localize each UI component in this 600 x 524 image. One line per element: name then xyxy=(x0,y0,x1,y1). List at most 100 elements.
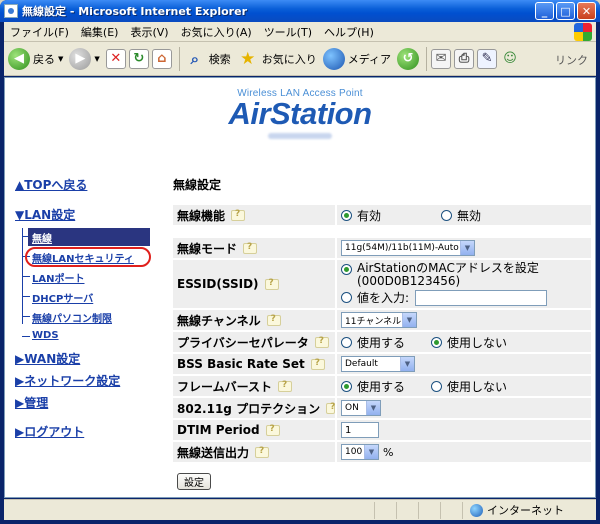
tx-power-unit: % xyxy=(383,445,394,459)
help-icon[interactable] xyxy=(310,358,325,370)
minimize-button[interactable]: _ xyxy=(535,2,554,20)
channel-select[interactable]: 11チャンネル ▼ xyxy=(341,312,417,328)
nav-lan-settings[interactable]: ▼LAN設定 xyxy=(15,206,75,223)
forward-button[interactable]: ▶ ▼ xyxy=(69,47,100,70)
wireless-function-label: 無線機能 xyxy=(177,208,226,223)
chevron-down-icon: ▼ xyxy=(364,445,378,459)
label-cell: 無線モード xyxy=(173,238,335,258)
essid-custom-option[interactable]: 値を入力: xyxy=(341,289,548,306)
edit-icon[interactable]: ✎ xyxy=(477,48,498,69)
nav-item-dhcp-server[interactable]: DHCPサーバ xyxy=(21,290,93,305)
page-title: 無線設定 xyxy=(173,178,222,192)
burst-use-option[interactable]: 使用する xyxy=(341,378,405,395)
status-bar: インターネット xyxy=(4,499,596,520)
back-label: 戻る xyxy=(33,52,55,66)
value-cell: 有効 無効 xyxy=(337,205,591,225)
nav-item-wds[interactable]: WDS xyxy=(22,330,59,341)
tx-power-select[interactable]: 100 ▼ xyxy=(341,444,379,460)
back-dropdown-icon[interactable]: ▼ xyxy=(58,55,63,63)
protection-select[interactable]: ON ▼ xyxy=(341,400,381,416)
value-cell: AirStationのMACアドレスを設定 (000D0B123456) 値を入… xyxy=(337,260,591,308)
submit-button[interactable]: 設定 xyxy=(177,473,211,490)
radio-burst-nouse[interactable] xyxy=(431,380,443,392)
favorites-label: お気に入り xyxy=(261,52,317,66)
zone-label: インターネット xyxy=(487,504,564,517)
nav-item-lan-port[interactable]: LANポート xyxy=(21,270,84,285)
close-button[interactable]: ✕ xyxy=(577,2,596,20)
maximize-button[interactable]: □ xyxy=(556,2,575,20)
help-icon[interactable] xyxy=(231,209,246,221)
windows-logo-icon xyxy=(574,23,592,41)
label-cell: 無線送信出力 xyxy=(173,442,335,462)
radio-essid-custom[interactable] xyxy=(341,292,352,303)
chevron-down-icon: ▼ xyxy=(460,241,474,255)
wireless-enable-option[interactable]: 有効 xyxy=(341,207,381,224)
help-icon[interactable] xyxy=(278,380,293,392)
refresh-icon[interactable]: ↻ xyxy=(128,48,149,69)
print-icon[interactable]: ⎙ xyxy=(454,48,475,69)
favorites-button[interactable]: ★ お気に入り xyxy=(237,48,317,70)
radio-enable[interactable] xyxy=(341,209,352,221)
privacy-use-option[interactable]: 使用する xyxy=(341,334,405,351)
toolbar-separator xyxy=(426,46,428,71)
menu-edit[interactable]: 編集(E) xyxy=(75,24,125,40)
page-content: Wireless LAN Access Point AirStation ▲TO… xyxy=(4,77,596,498)
stop-icon[interactable]: ✕ xyxy=(105,48,126,69)
privacy-use-label: 使用する xyxy=(357,335,406,350)
protection-label: 802.11g プロテクション xyxy=(177,401,321,416)
help-icon[interactable] xyxy=(326,402,335,414)
title-bar[interactable]: 無線設定 - Microsoft Internet Explorer _ □ ✕ xyxy=(0,0,600,22)
nav-wan-settings[interactable]: ▶WAN設定 xyxy=(15,350,80,367)
media-button[interactable]: メディア xyxy=(322,47,391,70)
history-icon[interactable]: ↺ xyxy=(397,47,420,70)
menu-favorites[interactable]: お気に入り(A) xyxy=(175,24,258,40)
help-icon[interactable] xyxy=(266,314,281,326)
nav-logout[interactable]: ▶ログアウト xyxy=(15,423,84,440)
radio-privacy-use[interactable] xyxy=(341,336,352,348)
messenger-icon[interactable]: ☺ xyxy=(500,49,520,69)
nav-item-wireless[interactable]: 無線 xyxy=(22,228,150,246)
privacy-nouse-option[interactable]: 使用しない xyxy=(431,334,507,351)
help-icon[interactable] xyxy=(264,278,279,290)
search-button[interactable]: ⌕ 検索 xyxy=(184,48,231,70)
wireless-mode-value: 11g(54M)/11b(11M)-Auto xyxy=(345,243,459,253)
essid-input[interactable] xyxy=(415,289,548,306)
help-icon[interactable] xyxy=(314,336,329,348)
dtim-input[interactable]: 1 xyxy=(341,422,379,438)
bss-rate-select[interactable]: Default ▼ xyxy=(341,356,415,372)
help-icon[interactable] xyxy=(255,446,270,458)
row-frame-burst: フレームバースト 使用する 使用しない xyxy=(173,376,591,396)
bss-rate-value: Default xyxy=(345,359,378,369)
nav-admin[interactable]: ▶管理 xyxy=(15,394,48,411)
links-label[interactable]: リンク xyxy=(555,52,588,68)
home-icon[interactable]: ⌂ xyxy=(151,48,172,69)
wireless-disable-option[interactable]: 無効 xyxy=(441,207,481,224)
mail-icon[interactable]: ✉ xyxy=(431,48,452,69)
menu-file[interactable]: ファイル(F) xyxy=(4,24,75,40)
forward-dropdown-icon[interactable]: ▼ xyxy=(94,55,99,63)
tx-power-value: 100 xyxy=(345,447,363,457)
menu-bar: ファイル(F) 編集(E) 表示(V) お気に入り(A) ツール(T) ヘルプ(… xyxy=(4,22,596,42)
menu-view[interactable]: 表示(V) xyxy=(124,24,174,40)
help-icon[interactable] xyxy=(243,242,258,254)
essid-mac-option[interactable]: AirStationのMACアドレスを設定 (000D0B123456) xyxy=(341,262,539,288)
radio-burst-use[interactable] xyxy=(341,380,352,392)
help-icon[interactable] xyxy=(265,424,280,436)
back-button[interactable]: ◀ 戻る ▼ xyxy=(8,47,63,70)
radio-essid-mac[interactable] xyxy=(341,264,352,275)
dtim-label: DTIM Period xyxy=(177,423,260,437)
label-cell: 802.11g プロテクション xyxy=(173,398,335,418)
security-zone: インターネット xyxy=(470,502,564,518)
nav-item-pc-restriction[interactable]: 無線パソコン制限 xyxy=(22,310,112,325)
wireless-mode-select[interactable]: 11g(54M)/11b(11M)-Auto ▼ xyxy=(341,240,475,256)
radio-privacy-nouse[interactable] xyxy=(431,336,443,348)
nav-network-settings[interactable]: ▶ネットワーク設定 xyxy=(15,372,120,389)
burst-nouse-option[interactable]: 使用しない xyxy=(431,378,507,395)
status-divider xyxy=(462,502,463,519)
privacy-nouse-label: 使用しない xyxy=(447,335,508,350)
menu-help[interactable]: ヘルプ(H) xyxy=(318,24,380,40)
value-cell: 使用する 使用しない xyxy=(337,332,591,352)
radio-disable[interactable] xyxy=(441,209,453,221)
menu-tools[interactable]: ツール(T) xyxy=(258,24,318,40)
nav-top-link[interactable]: ▲TOPへ戻る xyxy=(15,176,87,193)
